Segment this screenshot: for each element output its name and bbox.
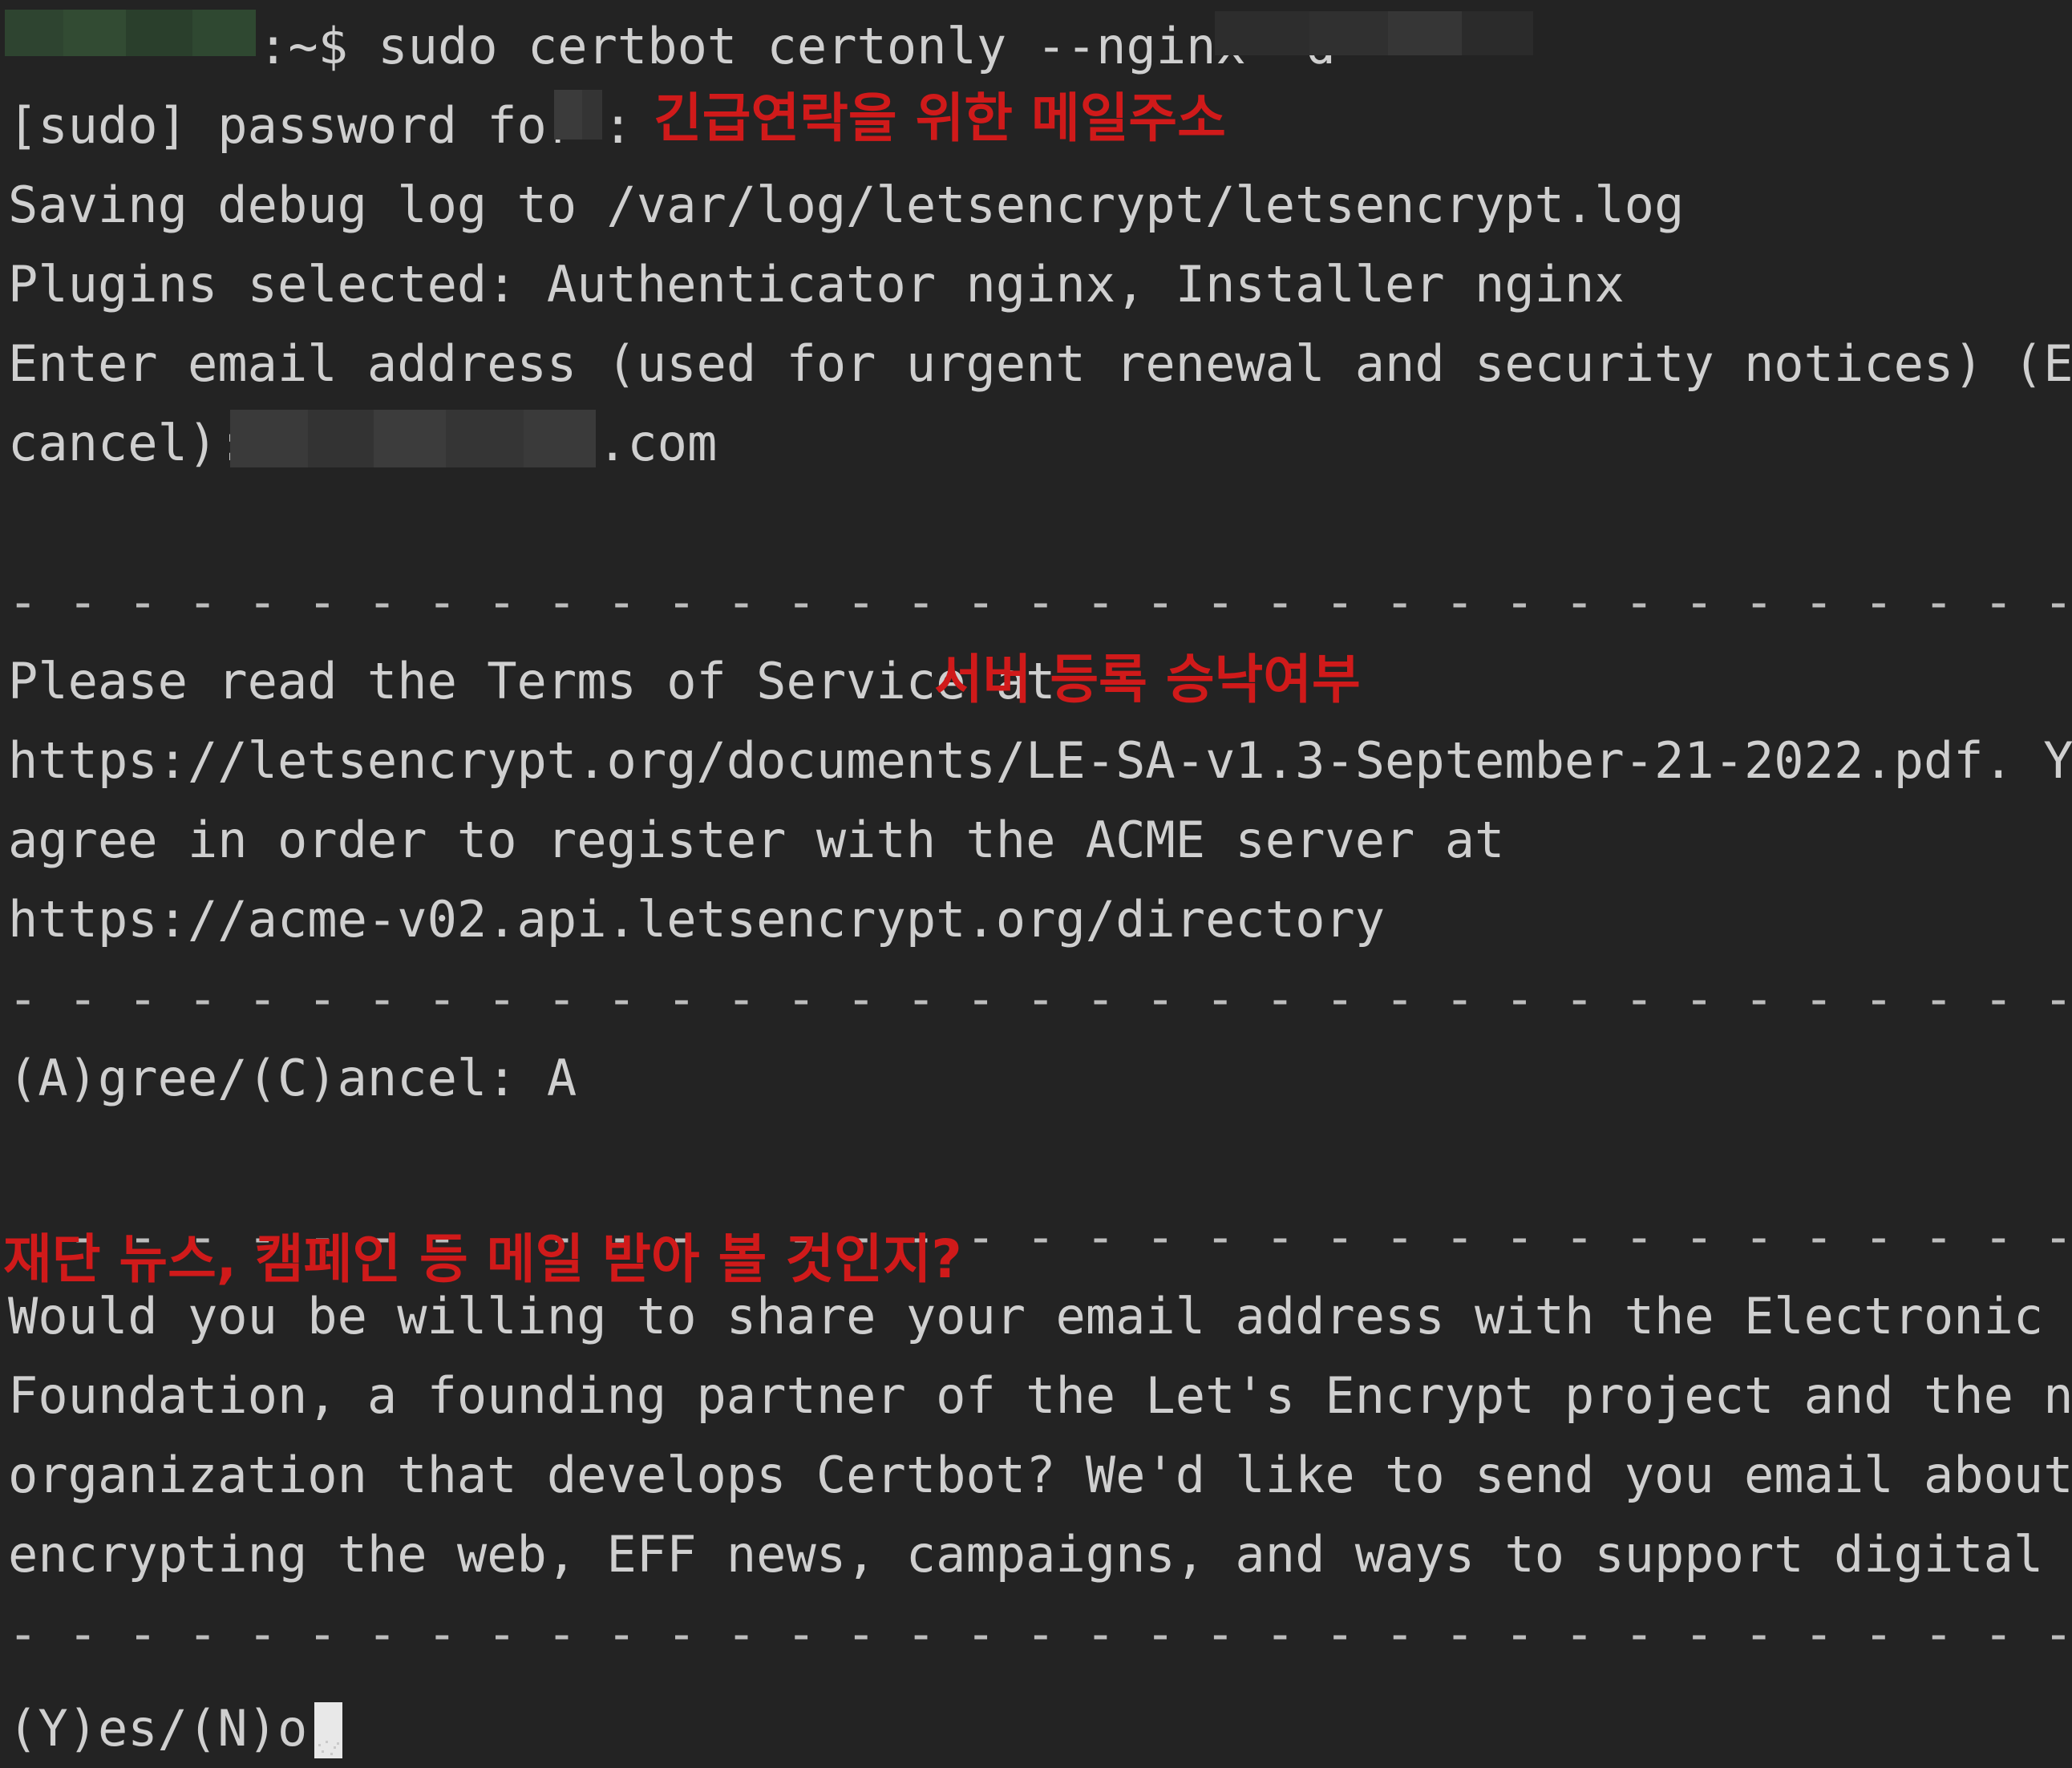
- cancel-prompt-line: cancel):: [8, 414, 248, 472]
- text-cursor[interactable]: [314, 1702, 342, 1758]
- enter-email-line: Enter email address (used for urgent ren…: [8, 334, 2072, 393]
- annotation-email-purpose: 긴급연락을 위한 메일주소: [654, 87, 1226, 149]
- tos-intro-line: Please read the Terms of Service at: [8, 652, 1056, 710]
- plugins-selected-line: Plugins selected: Authenticator nginx, I…: [8, 255, 1625, 314]
- saving-debug-log-line: Saving debug log to /var/log/letsencrypt…: [8, 176, 1685, 234]
- annotation-server-registration: 서버 등록 승낙여부: [934, 649, 1361, 710]
- eff-paragraph-line-2: Foundation, a founding partner of the Le…: [8, 1366, 2072, 1425]
- tos-url-line: https://letsencrypt.org/documents/LE-SA-…: [8, 731, 2072, 790]
- agree-cancel-prompt-line: (A)gree/(C)ancel: A: [8, 1049, 577, 1107]
- eff-paragraph-line-4: encrypting the web, EFF news, campaigns,…: [8, 1525, 2044, 1584]
- separator-line-2: - - - - - - - - - - - - - - - - - - - - …: [8, 969, 2072, 1028]
- terminal-window[interactable]: :~$ sudo certbot certonly --nginx -d [su…: [0, 0, 2072, 1767]
- redaction-sudo-user: [554, 90, 602, 140]
- redaction-username-host: [5, 10, 256, 56]
- email-tld-line: .com: [597, 414, 718, 472]
- redaction-email-local: [230, 410, 596, 467]
- sudo-password-colon: :: [603, 96, 633, 155]
- redaction-domain: [1215, 11, 1533, 55]
- separator-line-4: - - - - - - - - - - - - - - - - - - - - …: [8, 1604, 2072, 1663]
- acme-url-line: https://acme-v02.api.letsencrypt.org/dir…: [8, 890, 1386, 949]
- eff-paragraph-line-1: Would you be willing to share your email…: [8, 1287, 2044, 1345]
- yes-no-prompt-line: (Y)es/(N)o:: [8, 1699, 338, 1758]
- separator-line-1: - - - - - - - - - - - - - - - - - - - - …: [8, 572, 2072, 631]
- prompt-line: :~$ sudo certbot certonly --nginx -d: [258, 17, 1336, 75]
- eff-paragraph-line-3: organization that develops Certbot? We'd…: [8, 1446, 2072, 1504]
- agree-order-line: agree in order to register with the ACME…: [8, 811, 1505, 869]
- sudo-password-line: [sudo] password for: [8, 96, 577, 155]
